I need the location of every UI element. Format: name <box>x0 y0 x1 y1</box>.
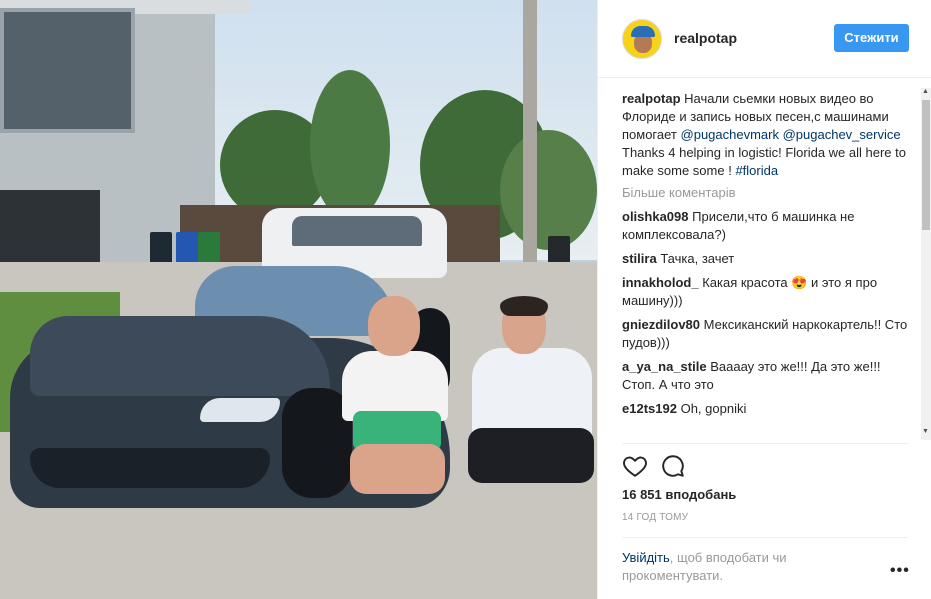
comment-item: gniezdilov80 Мексиканский наркокартель!!… <box>622 316 912 352</box>
comments-list[interactable]: realpotap Начали сьемки новых видео во Ф… <box>622 88 912 440</box>
comments-scrollbar[interactable]: ▲ ▼ <box>921 88 931 440</box>
author-username[interactable]: realpotap <box>674 30 737 46</box>
follow-button[interactable]: Стежити <box>834 24 909 52</box>
mention-link[interactable]: @pugachevmark <box>681 127 779 142</box>
post-header: realpotap Стежити <box>598 0 931 78</box>
scroll-up-icon[interactable]: ▲ <box>922 88 929 95</box>
likes-count[interactable]: 16 851 вподобань <box>622 487 736 502</box>
comment-username[interactable]: olishka098 <box>622 209 689 224</box>
post-side-panel: realpotap Стежити realpotap Начали сьемк… <box>597 0 931 599</box>
comment-item: a_ya_na_stile Ваааау это же!!! Да это же… <box>622 358 912 394</box>
divider <box>622 443 908 444</box>
comment-username[interactable]: a_ya_na_stile <box>622 359 707 374</box>
comment-username[interactable]: e12ts192 <box>622 401 677 416</box>
load-more-comments[interactable]: Більше коментарів <box>622 184 912 202</box>
mention-link[interactable]: @pugachev_service <box>783 127 901 142</box>
photo-person-right <box>466 296 596 508</box>
post-caption: realpotap Начали сьемки новых видео во Ф… <box>622 90 912 180</box>
heart-icon[interactable] <box>622 453 650 481</box>
comment-text: Oh, gopniki <box>680 401 747 416</box>
avatar[interactable] <box>622 19 662 59</box>
photo-pole <box>523 0 537 280</box>
more-options-icon[interactable]: ••• <box>890 562 910 580</box>
comment-item: innakholod_ Какая красота 😍 и это я про … <box>622 274 912 310</box>
comment-bubble-icon[interactable] <box>660 453 688 481</box>
scrollbar-thumb[interactable] <box>922 100 930 230</box>
comment-item: e12ts192 Oh, gopniki <box>622 400 912 418</box>
scroll-down-icon[interactable]: ▼ <box>922 428 929 435</box>
comment-item: stilira Тачка, зачет <box>622 250 912 268</box>
comment-item: olishka098 Присели,что б машинка не комп… <box>622 208 912 244</box>
comment-username[interactable]: stilira <box>622 251 657 266</box>
hashtag-link[interactable]: #florida <box>735 163 778 178</box>
login-link[interactable]: Увійдіть <box>622 550 670 565</box>
login-prompt: Увійдіть, щоб вподобати чи прокоментуват… <box>622 549 862 585</box>
comment-text: Тачка, зачет <box>660 251 735 266</box>
post-timestamp[interactable]: 14 ГОД ТОМУ <box>622 512 688 523</box>
comment-username[interactable]: innakholod_ <box>622 275 699 290</box>
photo-person-left <box>338 296 458 506</box>
divider <box>622 537 908 538</box>
comment-username[interactable]: gniezdilov80 <box>622 317 700 332</box>
caption-username[interactable]: realpotap <box>622 91 681 106</box>
post-photo[interactable] <box>0 0 597 599</box>
